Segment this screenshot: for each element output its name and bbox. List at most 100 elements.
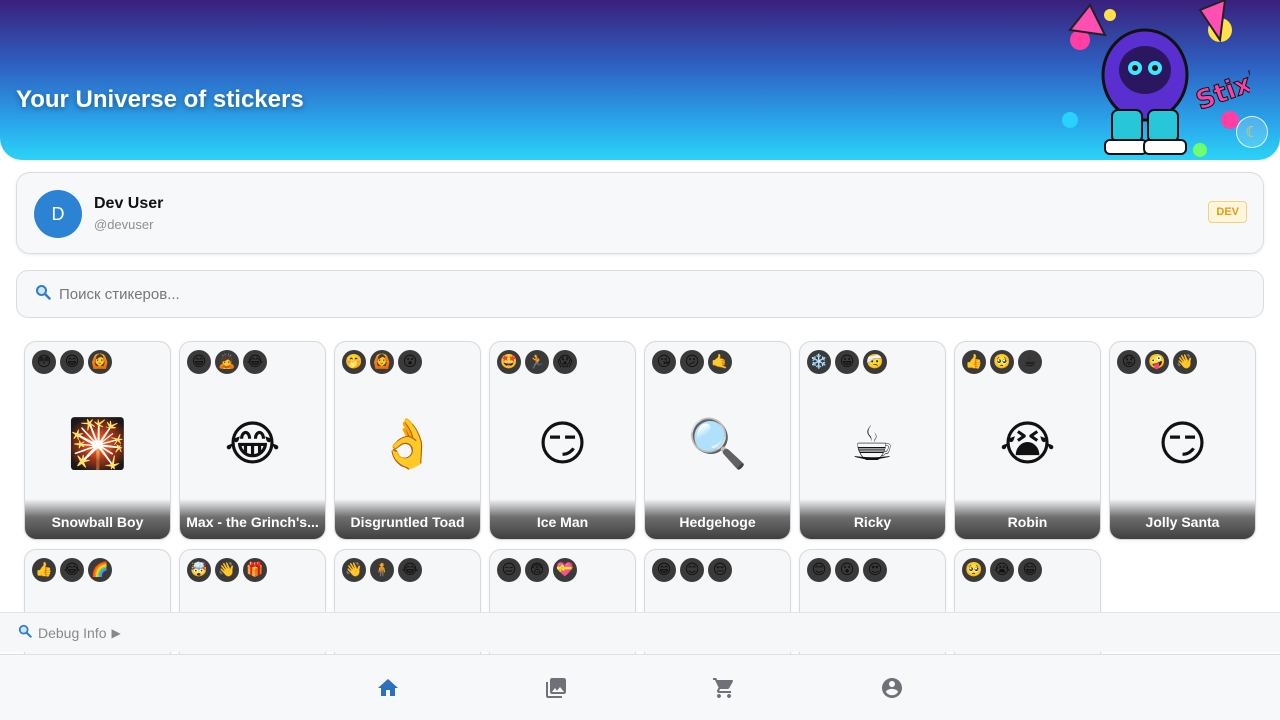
sticker-emoji-row: 🥺 😭 😁	[962, 558, 1042, 582]
nav-gallery[interactable]	[543, 675, 569, 701]
sticker-emoji-icon: 🏃	[525, 350, 549, 374]
debug-info-toggle[interactable]: Debug Info ▶	[0, 612, 1280, 652]
sticker-emoji-icon: 🥺	[962, 558, 986, 582]
sticker-emoji-icon: 🎁	[243, 558, 267, 582]
sticker-pack-name: Hedgehoge	[645, 499, 790, 539]
sticker-emoji-icon: 😔	[708, 558, 732, 582]
sticker-emoji-row: 😘 😕 🤙	[652, 350, 732, 374]
sticker-preview-image: 😂	[224, 416, 281, 472]
sticker-emoji-row: 😊 😮 😍	[807, 558, 887, 582]
sticker-emoji-icon: 😕	[680, 350, 704, 374]
page-title: Your Universe of stickers	[16, 86, 304, 113]
sticker-emoji-icon: 👋	[215, 558, 239, 582]
sticker-emoji-icon: 🤩	[497, 350, 521, 374]
sticker-card[interactable]: 😟 🤪 👋 😏 Jolly Santa	[1109, 341, 1256, 540]
search-icon	[35, 284, 51, 304]
debug-search-icon	[18, 624, 32, 641]
sticker-emoji-icon: 😘	[652, 350, 676, 374]
sticker-preview-image: 🎇	[67, 416, 128, 472]
sticker-emoji-icon: 😁	[187, 350, 211, 374]
sticker-emoji-row: 🤩 🏃 😱	[497, 350, 577, 374]
moon-icon: ☾	[1245, 123, 1259, 141]
sticker-emoji-icon: 😭	[990, 558, 1014, 582]
sticker-emoji-icon: 😨	[525, 558, 549, 582]
sticker-emoji-icon: 😂	[398, 558, 422, 582]
sticker-emoji-icon: 🤯	[187, 558, 211, 582]
sticker-pack-name: Jolly Santa	[1110, 499, 1255, 539]
nav-home[interactable]	[375, 675, 401, 701]
sticker-emoji-icon: 😁	[652, 558, 676, 582]
sticker-emoji-row: 👍 🥺 ☕	[962, 350, 1042, 374]
sticker-emoji-icon: 🤭	[342, 350, 366, 374]
header-banner: Your Universe of stickers Stixly ☾	[0, 0, 1280, 160]
sticker-card[interactable]: 🤩 🏃 😱 😏 Ice Man	[489, 341, 636, 540]
sticker-emoji-icon: 😂	[60, 558, 84, 582]
sticker-emoji-icon: 🙆	[88, 350, 112, 374]
sticker-emoji-icon: ❄️	[807, 350, 831, 374]
sticker-pack-name: Disgruntled Toad	[335, 499, 480, 539]
mascot-art-icon: Stixly	[1062, 0, 1250, 157]
sticker-card[interactable]: 😳 😁 🙆 🎇 Snowball Boy	[24, 341, 171, 540]
sticker-emoji-icon: 😟	[1117, 350, 1141, 374]
sticker-card[interactable]: ❄️ 😀 🤕 ☕ Ricky	[799, 341, 946, 540]
avatar: D	[34, 190, 82, 238]
bottom-nav	[0, 654, 1280, 720]
sticker-pack-name: Max - the Grinch's...	[180, 499, 325, 539]
home-icon	[378, 679, 398, 696]
sticker-emoji-icon: 🧍	[370, 558, 394, 582]
sticker-emoji-row: 😁 😊 😔	[652, 558, 732, 582]
sticker-emoji-icon: 😳	[32, 350, 56, 374]
sticker-emoji-icon: 😑	[497, 558, 521, 582]
sticker-emoji-icon: 👋	[342, 558, 366, 582]
sticker-emoji-icon: 🥺	[990, 350, 1014, 374]
sticker-pack-name: Snowball Boy	[25, 499, 170, 539]
sticker-emoji-row: 🤯 👋 🎁	[187, 558, 267, 582]
search-bar[interactable]	[16, 270, 1264, 318]
sticker-emoji-icon: 😁	[1018, 558, 1042, 582]
sticker-emoji-row: ❄️ 😀 🤕	[807, 350, 887, 374]
sticker-pack-name: Ricky	[800, 499, 945, 539]
sticker-emoji-icon: 😮	[398, 350, 422, 374]
sticker-card[interactable]: 😁 🙇 😂 😂 Max - the Grinch's...	[179, 341, 326, 540]
sticker-emoji-icon: 😮	[835, 558, 859, 582]
sticker-emoji-icon: 🤙	[708, 350, 732, 374]
svg-text:Stixly: Stixly	[1192, 60, 1250, 116]
user-card: D Dev User @devuser DEV	[16, 172, 1264, 254]
sticker-emoji-icon: 😀	[835, 350, 859, 374]
sticker-emoji-icon: 🤪	[1145, 350, 1169, 374]
search-input[interactable]	[59, 285, 1209, 303]
sticker-card[interactable]: 👍 🥺 ☕ 😭 Robin	[954, 341, 1101, 540]
debug-arrow-icon: ▶	[111, 625, 121, 640]
debug-label: Debug Info	[38, 624, 107, 641]
sticker-emoji-icon: 👋	[1173, 350, 1197, 374]
profile-icon	[882, 678, 902, 698]
cart-icon	[713, 678, 734, 698]
sticker-emoji-icon: 💝	[553, 558, 577, 582]
sticker-preview-image: 😏	[537, 416, 588, 472]
sticker-emoji-icon: 🙇	[215, 350, 239, 374]
sticker-preview-image: 👌	[377, 416, 438, 472]
sticker-emoji-icon: 🌈	[88, 558, 112, 582]
nav-profile[interactable]	[879, 675, 905, 701]
sticker-emoji-icon: 😊	[807, 558, 831, 582]
sticker-emoji-row: 😑 😨 💝	[497, 558, 577, 582]
sticker-pack-name: Ice Man	[490, 499, 635, 539]
user-handle: @devuser	[94, 217, 154, 232]
sticker-preview-image: 😭	[999, 416, 1056, 472]
sticker-card[interactable]: 🤭 🙆 😮 👌 Disgruntled Toad	[334, 341, 481, 540]
sticker-emoji-icon: 😱	[553, 350, 577, 374]
sticker-emoji-icon: 😂	[243, 350, 267, 374]
sticker-card[interactable]: 😘 😕 🤙 🔍 Hedgehoge	[644, 341, 791, 540]
nav-cart[interactable]	[711, 675, 737, 701]
gallery-icon	[546, 678, 566, 698]
theme-toggle-button[interactable]: ☾	[1236, 116, 1268, 148]
sticker-preview-image: 😏	[1157, 416, 1208, 472]
sticker-emoji-row: 🤭 🙆 😮	[342, 350, 422, 374]
sticker-emoji-icon: ☕	[1018, 350, 1042, 374]
dev-badge: DEV	[1208, 201, 1247, 223]
sticker-emoji-icon: 😍	[863, 558, 887, 582]
sticker-preview-image: ☕	[850, 416, 895, 472]
sticker-emoji-icon: 🤕	[863, 350, 887, 374]
sticker-emoji-row: 😁 🙇 😂	[187, 350, 267, 374]
sticker-emoji-row: 😳 😁 🙆	[32, 350, 112, 374]
